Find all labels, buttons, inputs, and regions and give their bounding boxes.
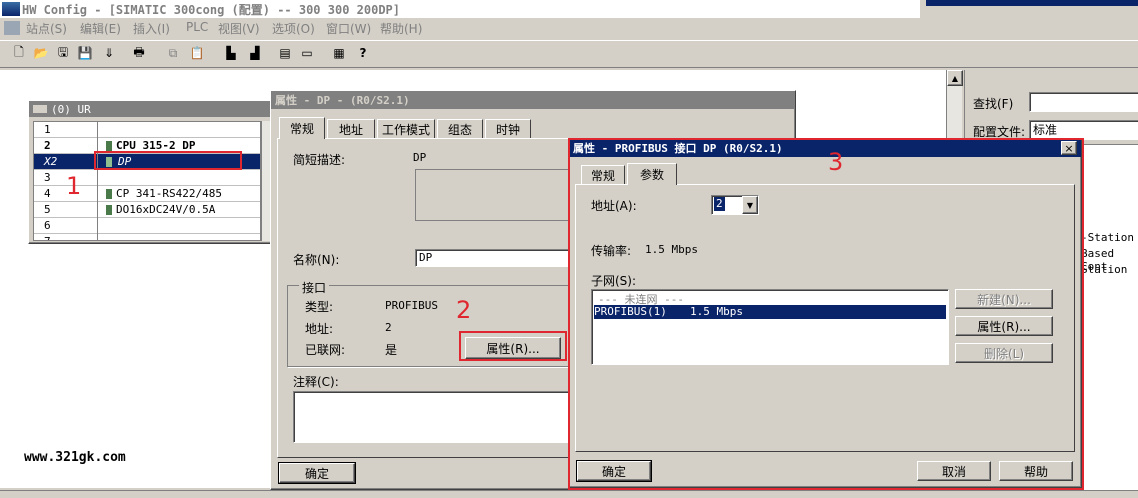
tab-parameters[interactable]: 参数	[627, 163, 677, 185]
save-icon[interactable]: 💾	[76, 44, 94, 62]
catalog-icon[interactable]: ▦	[330, 44, 348, 62]
comment-input[interactable]	[293, 391, 577, 443]
table-row[interactable]: 1	[34, 122, 260, 138]
load-station-icon[interactable]: ▙	[222, 44, 240, 62]
rack-icon	[33, 105, 47, 113]
short-desc-value: DP	[413, 151, 427, 164]
copy-icon[interactable]: ⧉	[164, 44, 182, 62]
table-row[interactable]: 5 DO16xDC24V/0.5A	[34, 202, 260, 218]
app-icon	[2, 2, 20, 16]
rate-value: 1.5 Mbps	[645, 243, 698, 256]
cpu-module-icon	[106, 141, 112, 151]
pb-address-label: 地址(A):	[591, 199, 637, 213]
tab-general[interactable]: 常规	[581, 165, 625, 185]
menu-help[interactable]: 帮助(H)	[380, 20, 422, 37]
do-module-icon	[106, 205, 112, 215]
delete-subnet-button[interactable]: 删除(L)	[955, 343, 1053, 363]
help-icon[interactable]: ?	[354, 44, 372, 62]
rack-window: (0) UR 1 2 CPU 315-2 DP X2 DP 3 4 CP 341-RS…	[28, 100, 274, 244]
subnet-label: 子网(S):	[591, 274, 637, 288]
rack-title: (0) UR	[51, 102, 91, 116]
subnet-list[interactable]: --- 未连网 --- PROFIBUS(1) 1.5 Mbps	[591, 289, 949, 365]
search-input[interactable]	[1029, 92, 1138, 112]
window-icon[interactable]: ▭	[298, 44, 316, 62]
comment-label: 注释(C):	[293, 375, 339, 389]
new-subnet-button[interactable]: 新建(N)...	[955, 289, 1053, 309]
new-icon[interactable]: 🗋	[10, 44, 28, 62]
menu-options[interactable]: 选项(O)	[272, 20, 315, 37]
cp-module-icon	[106, 189, 112, 199]
address-value: 2	[385, 321, 392, 334]
subnet-properties-button[interactable]: 属性(R)...	[955, 316, 1053, 336]
pb-ok-button[interactable]: 确定	[576, 460, 652, 482]
dp-ok-button[interactable]: 确定	[278, 462, 356, 484]
profile-select[interactable]: 标准	[1029, 120, 1138, 140]
open-icon[interactable]: 📂	[32, 44, 50, 62]
titlebar-right	[926, 0, 1138, 6]
pb-cancel-button[interactable]: 取消	[917, 461, 991, 481]
table-row[interactable]: 2 CPU 315-2 DP	[34, 138, 260, 154]
scroll-up-button[interactable]: ▲	[947, 70, 963, 86]
dp-dialog-titlebar: 属性 - DP - (R0/S2.1)	[271, 91, 795, 109]
print-icon[interactable]: 🖶	[130, 44, 148, 62]
menu-window[interactable]: 窗口(W)	[326, 20, 371, 37]
table-row-selected[interactable]: X2 DP	[34, 154, 260, 170]
annotation-label: 2	[456, 296, 472, 324]
tree-item[interactable]: -Station	[1081, 231, 1134, 244]
tree-item[interactable]: Station	[1081, 263, 1127, 276]
type-label: 类型:	[305, 300, 334, 314]
networked-label: 已联网:	[305, 343, 346, 357]
dp-dialog-title: 属性 - DP - (R0/S2.1)	[275, 94, 410, 107]
tab-operating-mode[interactable]: 工作模式	[377, 119, 435, 139]
save-compile-icon[interactable]: 🖫	[54, 44, 72, 62]
upload-icon[interactable]: ▟	[246, 44, 264, 62]
name-label: 名称(N):	[293, 253, 340, 267]
pb-help-button[interactable]: 帮助	[999, 461, 1073, 481]
name-input[interactable]: DP	[415, 249, 575, 267]
menu-station[interactable]: 站点(S)	[26, 20, 67, 37]
short-desc-label: 简短描述:	[293, 153, 346, 167]
table-row[interactable]: 7	[34, 234, 260, 240]
menubar	[0, 18, 1138, 38]
close-icon: ×	[1064, 141, 1074, 155]
tab-clock[interactable]: 时钟	[485, 119, 531, 139]
menu-app-icon	[4, 21, 20, 35]
menu-edit[interactable]: 编辑(E)	[80, 20, 121, 37]
pb-address-select[interactable]: 2 ▼	[711, 195, 759, 215]
profibus-properties-dialog: 属性 - PROFIBUS 接口 DP (R0/S2.1) × 常规 参数 地址…	[568, 138, 1082, 488]
table-row[interactable]: 6	[34, 218, 260, 234]
pb-dialog-titlebar: 属性 - PROFIBUS 接口 DP (R0/S2.1)	[569, 139, 1081, 157]
statusbar	[0, 490, 1138, 498]
watermark-text: www.321gk.com	[24, 450, 126, 465]
list-item-selected[interactable]: PROFIBUS(1) 1.5 Mbps	[594, 305, 946, 319]
menu-view[interactable]: 视图(V)	[218, 20, 260, 37]
app-title: HW Config - [SIMATIC 300cong (配置) -- 300…	[22, 2, 401, 17]
tab-general[interactable]: 常规	[279, 117, 325, 139]
list-item[interactable]: --- 未连网 ---	[594, 291, 944, 306]
tab-address[interactable]: 地址	[327, 119, 375, 139]
tab-configuration[interactable]: 组态	[437, 119, 483, 139]
app-titlebar: HW Config - [SIMATIC 300cong (配置) -- 300…	[0, 0, 920, 18]
search-label: 查找(F)	[973, 97, 1014, 111]
chevron-down-icon[interactable]: ▼	[742, 196, 758, 214]
menu-plc[interactable]: PLC	[186, 20, 208, 34]
annotation-label: 3	[828, 148, 844, 176]
download-icon[interactable]: ⇓	[100, 44, 118, 62]
dp-module-icon	[106, 157, 112, 167]
paste-icon[interactable]: 📋	[188, 44, 206, 62]
address-label: 地址:	[305, 322, 334, 336]
close-button[interactable]: ×	[1061, 141, 1077, 155]
description-box	[415, 169, 575, 221]
interface-properties-button[interactable]: 属性(R)...	[465, 337, 561, 359]
interface-group-label: 接口	[299, 279, 330, 296]
module-info-icon[interactable]: ▤	[276, 44, 294, 62]
rack-titlebar: (0) UR	[29, 101, 273, 117]
annotation-label: 1	[66, 172, 82, 200]
networked-value: 是	[385, 343, 398, 357]
type-value: PROFIBUS	[385, 299, 438, 312]
rate-label: 传输率:	[591, 244, 632, 258]
pb-dialog-title: 属性 - PROFIBUS 接口 DP (R0/S2.1)	[573, 142, 783, 155]
menu-insert[interactable]: 插入(I)	[133, 20, 170, 37]
